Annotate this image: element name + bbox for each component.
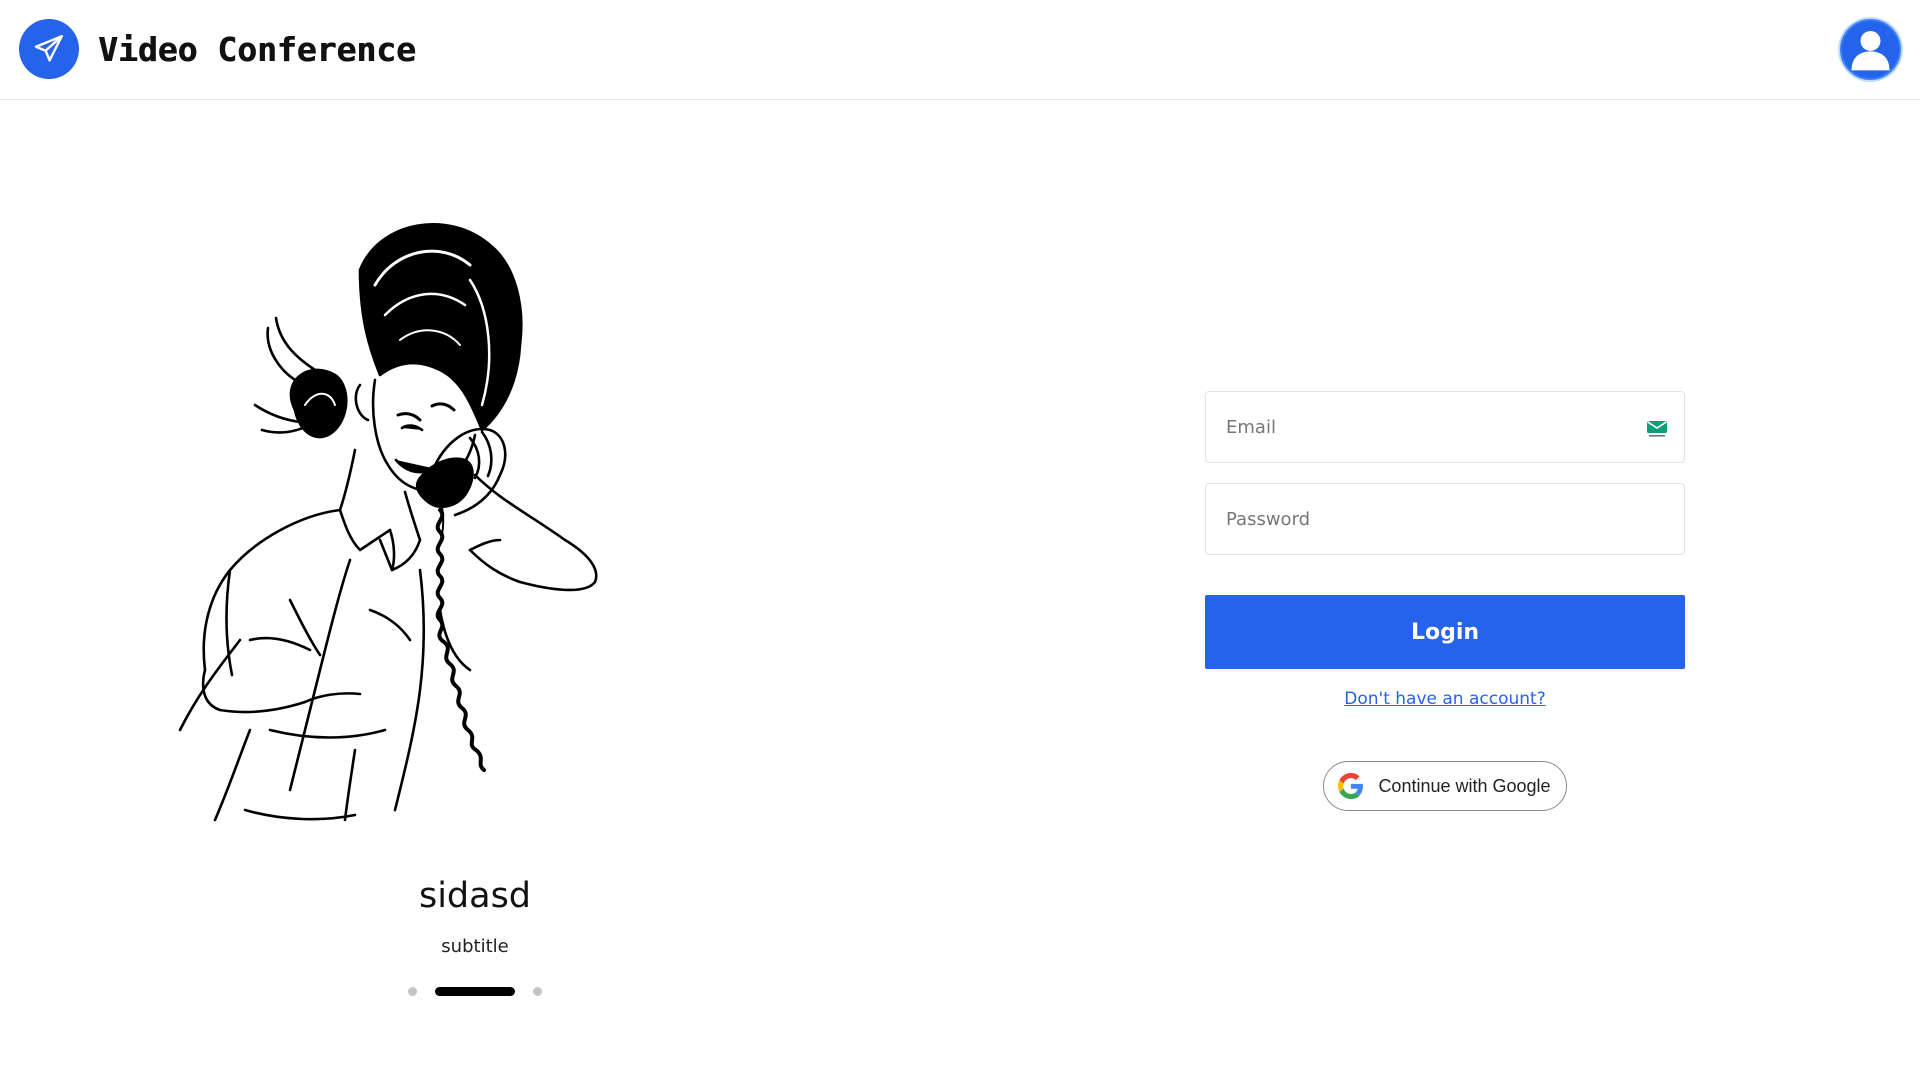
carousel-pagination bbox=[140, 987, 810, 996]
email-input[interactable] bbox=[1206, 392, 1684, 462]
paper-plane-icon[interactable] bbox=[19, 19, 79, 79]
user-avatar-icon[interactable] bbox=[1840, 19, 1901, 80]
password-input[interactable] bbox=[1206, 484, 1684, 554]
login-form: Login Don't have an account? Continue wi… bbox=[1205, 391, 1685, 811]
carousel-dot-1[interactable] bbox=[408, 987, 417, 996]
google-button-label: Continue with Google bbox=[1378, 775, 1551, 796]
slide-title: sidasd bbox=[418, 876, 532, 916]
brand[interactable]: Video Conference bbox=[19, 19, 416, 79]
password-field bbox=[1205, 483, 1685, 555]
google-signin-wrapper: Continue with Google bbox=[1205, 761, 1685, 811]
woman-on-telephone-illustration bbox=[170, 210, 710, 830]
login-button[interactable]: Login bbox=[1205, 595, 1685, 669]
app-header: Video Conference bbox=[0, 0, 1920, 100]
carousel-dot-3[interactable] bbox=[533, 987, 542, 996]
onboarding-carousel: sidasd subtitle bbox=[140, 200, 810, 1020]
google-g-icon bbox=[1338, 773, 1364, 799]
carousel-dot-2-active[interactable] bbox=[435, 987, 515, 996]
google-signin-button[interactable]: Continue with Google bbox=[1323, 761, 1567, 811]
email-envelope-icon bbox=[1646, 420, 1668, 438]
app-title: Video Conference bbox=[98, 29, 416, 69]
email-field bbox=[1205, 391, 1685, 463]
slide-subtitle: subtitle bbox=[441, 936, 509, 957]
signup-link[interactable]: Don't have an account? bbox=[1205, 689, 1685, 709]
